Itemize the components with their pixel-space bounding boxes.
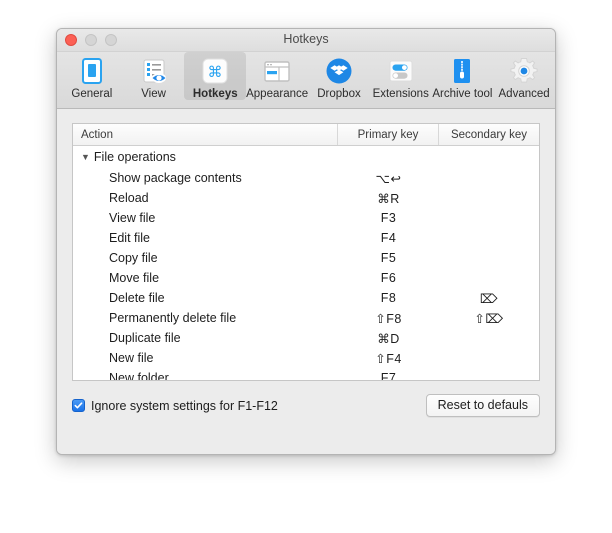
list-eye-icon <box>138 55 170 87</box>
toolbar-label-general: General <box>71 88 113 100</box>
toolbar-item-view[interactable]: View <box>123 52 185 100</box>
table-body: Show package contents ⌥↩ Reload ⌘R View file… <box>73 168 539 381</box>
table-row[interactable]: New file ⇧F4 <box>73 348 539 368</box>
svg-text:⌘: ⌘ <box>208 63 223 81</box>
preferences-toolbar: General View ⌘ Hotkeys Appearance Dropbo… <box>57 52 555 109</box>
ignore-system-settings-row[interactable]: Ignore system settings for F1-F12 <box>72 399 278 413</box>
cell-action: Show package contents <box>109 171 242 185</box>
dropbox-icon <box>323 55 355 87</box>
toolbar-item-appearance[interactable]: Appearance <box>246 52 308 100</box>
ignore-system-settings-checkbox[interactable] <box>72 399 85 412</box>
toolbar-label-dropbox: Dropbox <box>317 88 361 100</box>
hotkeys-table[interactable]: Action Primary key Secondary key ▼ File … <box>72 123 540 381</box>
cell-action: Duplicate file <box>109 331 181 345</box>
cell-action: Permanently delete file <box>109 311 237 325</box>
reset-to-defaults-button[interactable]: Reset to defauls <box>425 394 540 417</box>
table-row[interactable]: Duplicate file ⌘D <box>73 328 539 348</box>
hotkeys-pane: Action Primary key Secondary key ▼ File … <box>57 109 555 454</box>
gear-icon <box>508 55 540 87</box>
disclosure-triangle-icon[interactable]: ▼ <box>81 152 90 162</box>
toolbar-item-advanced[interactable]: Advanced <box>493 52 555 100</box>
cell-secondary-key[interactable]: ⌦ <box>439 291 539 306</box>
panes-icon <box>261 55 293 87</box>
cell-primary-key[interactable]: F7 <box>338 371 439 380</box>
toolbar-label-hotkeys: Hotkeys <box>192 88 238 100</box>
cell-primary-key[interactable]: ⇧F4 <box>338 351 439 366</box>
cell-action: New folder <box>109 371 169 381</box>
window-title: Hotkeys <box>283 32 329 46</box>
command-key-icon: ⌘ <box>199 55 231 87</box>
cell-action: Reload <box>109 191 149 205</box>
cell-primary-key[interactable]: F4 <box>338 231 439 245</box>
cell-action: Edit file <box>109 231 150 245</box>
cell-action: New file <box>109 351 154 365</box>
table-row[interactable]: Move file F6 <box>73 268 539 288</box>
table-row[interactable]: Edit file F4 <box>73 228 539 248</box>
cell-primary-key[interactable]: F6 <box>338 271 439 285</box>
cell-primary-key[interactable]: F8 <box>338 291 439 305</box>
zipper-icon <box>446 55 478 87</box>
table-row[interactable]: New folder F7 <box>73 368 539 381</box>
cell-action: Move file <box>109 271 160 285</box>
pane-footer: Ignore system settings for F1-F12 Reset … <box>72 394 540 417</box>
cell-primary-key[interactable]: ⌥↩ <box>338 171 439 186</box>
device-icon <box>76 55 108 87</box>
toolbar-item-dropbox[interactable]: Dropbox <box>308 52 370 100</box>
window-titlebar: Hotkeys <box>57 29 555 52</box>
cell-action: Delete file <box>109 291 165 305</box>
toolbar-label-view: View <box>141 88 166 100</box>
column-header-secondary-key[interactable]: Secondary key <box>439 124 539 145</box>
table-row[interactable]: Delete file F8 ⌦ <box>73 288 539 308</box>
table-row[interactable]: View file F3 <box>73 208 539 228</box>
toolbar-label-appearance: Appearance <box>246 88 309 100</box>
cell-primary-key[interactable]: ⌘D <box>338 331 439 346</box>
checkmark-icon <box>74 402 83 409</box>
column-header-action[interactable]: Action <box>73 124 338 145</box>
toolbar-item-extensions[interactable]: Extensions <box>370 52 432 100</box>
toolbar-item-general[interactable]: General <box>61 52 123 100</box>
toggles-icon <box>385 55 417 87</box>
toolbar-label-extensions: Extensions <box>372 88 429 100</box>
table-row[interactable]: Copy file F5 <box>73 248 539 268</box>
table-group-label: File operations <box>93 150 176 164</box>
table-row[interactable]: Show package contents ⌥↩ <box>73 168 539 188</box>
table-group-row-file-operations[interactable]: ▼ File operations <box>73 146 539 168</box>
toolbar-item-archive-tool[interactable]: Archive tool <box>432 52 494 100</box>
toolbar-label-advanced: Advanced <box>498 88 550 100</box>
cell-action: Copy file <box>109 251 158 265</box>
preferences-window: Hotkeys General View ⌘ Hotkeys Appearanc… <box>56 28 556 455</box>
table-row[interactable]: Permanently delete file ⇧F8 ⇧⌦ <box>73 308 539 328</box>
table-header-row: Action Primary key Secondary key <box>73 124 539 146</box>
cell-primary-key[interactable]: F5 <box>338 251 439 265</box>
cell-action: View file <box>109 211 156 225</box>
ignore-system-settings-label: Ignore system settings for F1-F12 <box>91 398 278 413</box>
cell-primary-key[interactable]: F3 <box>338 211 439 225</box>
table-row[interactable]: Reload ⌘R <box>73 188 539 208</box>
toolbar-label-archive-tool: Archive tool <box>432 88 493 100</box>
toolbar-item-hotkeys[interactable]: ⌘ Hotkeys <box>184 52 247 100</box>
column-header-primary-key[interactable]: Primary key <box>338 124 439 145</box>
cell-secondary-key[interactable]: ⇧⌦ <box>439 311 539 326</box>
cell-primary-key[interactable]: ⇧F8 <box>338 311 439 326</box>
cell-primary-key[interactable]: ⌘R <box>338 191 439 206</box>
